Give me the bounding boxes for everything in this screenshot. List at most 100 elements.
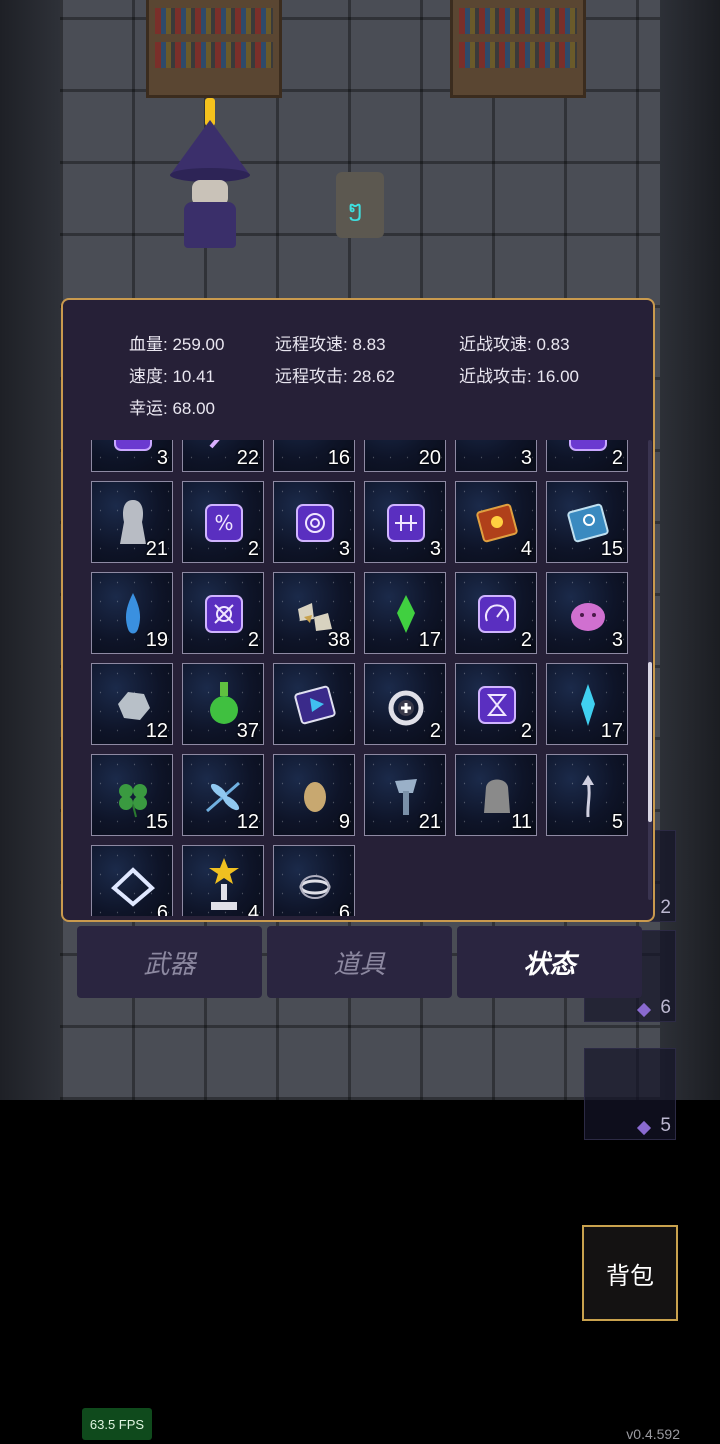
left-wall [0,0,60,1100]
backpack-label: 背包 [606,1262,654,1290]
item-count: 3 [338,538,350,560]
bookshelf-left [146,0,282,98]
tab-label: 道具 [333,948,386,979]
inventory-slot[interactable]: 15 [546,481,628,563]
inventory-slot[interactable]: 15 [91,754,173,836]
item-count: 2 [247,538,259,560]
item-count: 16 [327,447,350,469]
inventory-slot[interactable]: 2 [546,440,628,472]
inventory-slot[interactable] [273,663,355,745]
svg-text:%: % [214,511,233,535]
inventory-slot[interactable]: 4 [455,481,537,563]
slot-count: 5 [660,1115,671,1136]
inventory-scroll-area[interactable]: 3 22 16 20 3 2 21% 2 3 3 4 15 19 2 38 17 2 3 12 37 2 2 17 15 12 9… [91,440,631,916]
slot-count: 2 [660,897,671,918]
tab-label: 武器 [143,948,196,979]
item-count: 20 [418,447,441,469]
side-slot-3[interactable]: 5 [584,1048,676,1140]
inventory-slot[interactable]: 37 [182,663,264,745]
inventory-slot[interactable]: 9 [273,754,355,836]
inventory-slot[interactable]: 12 [182,754,264,836]
inventory-slot[interactable]: 4 [182,845,264,916]
item-count: 12 [236,811,259,833]
item-count: 6 [338,902,350,916]
bookshelf-right [450,0,586,98]
item-count: 6 [156,902,168,916]
item-count: 2 [520,720,532,742]
inventory-grid: 3 22 16 20 3 2 21% 2 3 3 4 15 19 2 38 17 2 3 12 37 2 2 17 15 12 9… [91,440,628,916]
inventory-slot[interactable]: 2 [364,663,446,745]
inventory-slot[interactable]: 17 [546,663,628,745]
item-count: 21 [145,538,168,560]
stat-melee-speed: 近战攻速: 0.83 [459,335,570,354]
inventory-slot[interactable]: 3 [546,572,628,654]
gem-icon [636,1120,652,1136]
gem-icon [636,1002,652,1018]
item-count: 12 [145,720,168,742]
stat-luck: 幸运: 68.00 [129,399,216,418]
inventory-slot[interactable]: 16 [273,440,355,472]
inventory-slot[interactable]: 11 [455,754,537,836]
tab-items[interactable]: 道具 [267,926,452,998]
inventory-slot[interactable]: 2 [455,663,537,745]
item-count: 19 [145,629,168,651]
inventory-slot[interactable]: 22 [182,440,264,472]
stats-block: 血量: 259.00 远程攻速: 8.83 近战攻速: 0.83 速度: 10.… [63,300,653,430]
tab-status[interactable]: 状态 [457,926,642,998]
item-count: 4 [247,902,259,916]
slot-count: 6 [660,997,671,1018]
inventory-slot[interactable]: 6 [91,845,173,916]
stat-hp: 血量: 259.00 [129,335,225,354]
inventory-slot[interactable]: 3 [273,481,355,563]
item-count: 11 [511,811,532,833]
tab-weapons[interactable]: 武器 [77,926,262,998]
inventory-slot[interactable]: 2 [182,572,264,654]
item-count: 2 [429,720,441,742]
item-count: 3 [520,447,532,469]
item-count: 2 [611,447,623,469]
arcane-tome-icon [274,664,356,746]
backpack-button[interactable]: 背包 [582,1225,678,1321]
stat-speed: 速度: 10.41 [129,367,216,386]
inventory-slot[interactable]: 3 [364,481,446,563]
stat-ranged-attack: 远程攻击: 28.62 [275,367,396,386]
inventory-slot[interactable]: 17 [364,572,446,654]
status-panel: 血量: 259.00 远程攻速: 8.83 近战攻速: 0.83 速度: 10.… [61,298,655,922]
inventory-slot[interactable]: 2 [455,572,537,654]
inventory-slot[interactable]: 6 [273,845,355,916]
inventory-slot[interactable]: 38 [273,572,355,654]
fps-counter: 63.5 FPS [82,1408,152,1440]
inventory-slot[interactable]: 3 [455,440,537,472]
item-count: 2 [520,629,532,651]
item-count: 3 [156,447,168,469]
tab-label: 状态 [523,948,576,979]
stat-melee-attack: 近战攻击: 16.00 [459,367,580,386]
item-count: 2 [247,629,259,651]
item-count: 37 [236,720,259,742]
item-count: 17 [600,720,623,742]
inventory-slot[interactable]: 19 [91,572,173,654]
rune-pedestal[interactable]: ໆ [336,172,384,238]
wizard-npc[interactable] [170,98,250,250]
item-count: 5 [611,811,623,833]
inventory-slot[interactable]: 5 [546,754,628,836]
scrollbar[interactable] [648,440,652,900]
item-count: 9 [338,811,350,833]
item-count: 38 [327,629,350,651]
item-count: 4 [520,538,532,560]
item-count: 22 [236,447,259,469]
scrollbar-thumb[interactable] [648,662,652,822]
item-count: 17 [418,629,441,651]
inventory-slot[interactable]: % 2 [182,481,264,563]
inventory-slot[interactable]: 20 [364,440,446,472]
item-count: 21 [418,811,441,833]
item-count: 3 [611,629,623,651]
item-count: 15 [145,811,168,833]
item-count: 3 [429,538,441,560]
inventory-slot[interactable]: 21 [91,481,173,563]
stat-ranged-speed: 远程攻速: 8.83 [275,335,386,354]
item-count: 15 [600,538,623,560]
inventory-slot[interactable]: 3 [91,440,173,472]
inventory-slot[interactable]: 12 [91,663,173,745]
inventory-slot[interactable]: 21 [364,754,446,836]
